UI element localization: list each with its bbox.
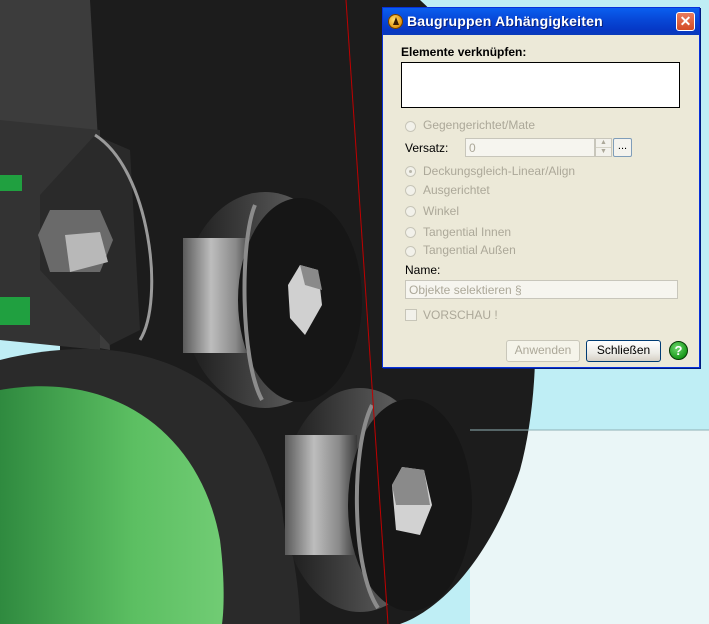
radio-mate[interactable] (405, 121, 416, 132)
preview-checkbox[interactable] (405, 309, 417, 321)
green-tab-top (0, 175, 22, 191)
constraints-dialog: Baugruppen Abhängigkeiten ✕ Elemente ver… (382, 7, 700, 368)
offset-label: Versatz: (405, 141, 449, 155)
close-button[interactable]: Schließen (586, 340, 661, 362)
option-angle-label: Winkel (423, 204, 460, 218)
option-oriented-label: Ausgerichtet (423, 183, 490, 197)
browse-button[interactable]: ... (613, 138, 632, 157)
dialog-titlebar[interactable]: Baugruppen Abhängigkeiten ✕ (383, 8, 699, 35)
elements-listbox[interactable] (401, 62, 680, 108)
help-icon[interactable]: ? (669, 341, 688, 360)
app-icon (388, 14, 403, 29)
spin-up-icon[interactable]: ▲ (596, 139, 611, 148)
dialog-title: Baugruppen Abhängigkeiten (407, 13, 603, 29)
offset-input[interactable]: 0 (465, 138, 595, 157)
radio-align[interactable] (405, 166, 416, 177)
apply-button[interactable]: Anwenden (506, 340, 580, 362)
radio-tangent-outer[interactable] (405, 246, 416, 257)
green-tab-bottom (0, 297, 30, 325)
option-align-label: Deckungsgleich-Linear/Align (423, 164, 576, 178)
option-tangent-outer-label: Tangential Außen (423, 243, 516, 257)
radio-oriented[interactable] (405, 185, 416, 196)
radio-tangent-inner[interactable] (405, 227, 416, 238)
name-input[interactable]: Objekte selektieren § (405, 280, 678, 299)
spin-down-icon[interactable]: ▼ (596, 148, 611, 156)
name-label: Name: (405, 263, 441, 277)
close-icon[interactable]: ✕ (676, 12, 695, 31)
option-tangent-inner-label: Tangential Innen (423, 225, 512, 239)
preview-label: VORSCHAU ! (423, 308, 498, 322)
cylinder-low (285, 435, 357, 555)
radio-angle[interactable] (405, 206, 416, 217)
option-mate-label: Gegengerichtet/Mate (423, 118, 536, 132)
link-elements-label: Elemente verknüpfen: (401, 45, 527, 59)
offset-spinner[interactable]: ▲ ▼ (595, 138, 612, 157)
